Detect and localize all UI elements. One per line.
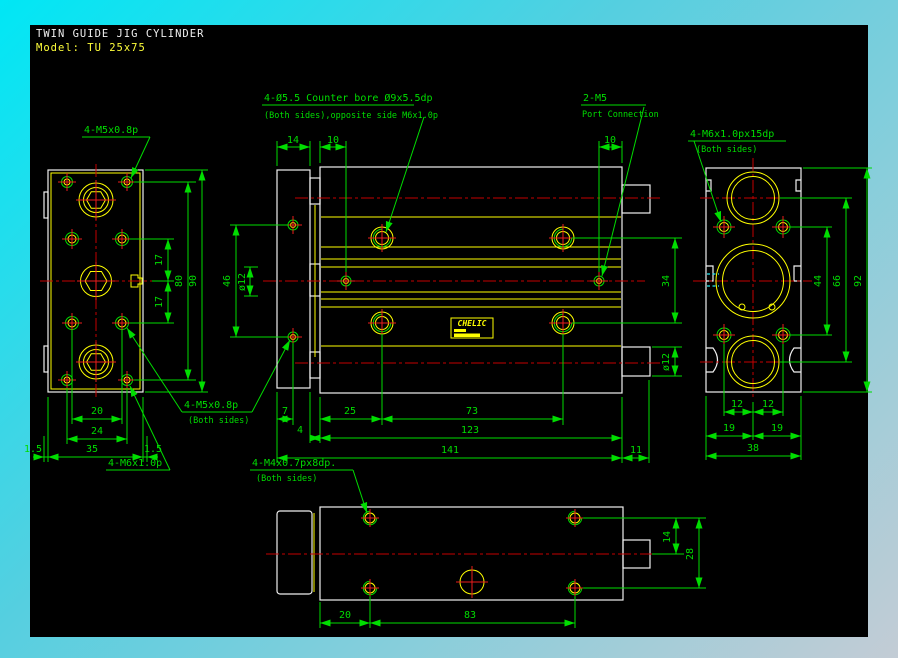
dim-dia12-right: ø12 <box>661 353 672 371</box>
cad-viewer: TWIN GUIDE JIG CYLINDER Model: TU 25x75 <box>0 0 898 658</box>
dim-35: 35 <box>86 444 98 455</box>
callout-m4: 4-M4x0.7px8dp. <box>252 458 336 469</box>
callout-m5-top: 4-M5x0.8p <box>84 125 138 136</box>
dim-dia12-left: ø12 <box>237 273 248 291</box>
dim-123: 123 <box>461 425 479 436</box>
dim-12-left: 12 <box>731 399 743 410</box>
dim-92: 92 <box>853 275 864 287</box>
dim-19-right: 19 <box>771 423 783 434</box>
callout-counterbore-note: (Both sides),opposite side M6x1.0p <box>264 111 438 121</box>
dim-1-5-right: 1.5 <box>144 444 162 455</box>
dim-19-left: 19 <box>723 423 735 434</box>
callout-m5-bottom: 4-M5x0.8p <box>184 400 238 411</box>
dim-1-5-left: 1.5 <box>24 444 42 455</box>
callout-m5-bottom-note: (Both sides) <box>188 416 249 426</box>
callout-m6-left: 4-M6x1.0p <box>108 458 162 469</box>
dim-17-lower: 17 <box>154 296 165 308</box>
dim-46: 46 <box>222 275 233 287</box>
dim-80: 80 <box>174 275 185 287</box>
dim-17-upper: 17 <box>154 254 165 266</box>
drawing-title: TWIN GUIDE JIG CYLINDER <box>36 28 204 40</box>
dim-14b: 14 <box>662 531 673 543</box>
dim-10-left: 10 <box>327 135 339 146</box>
dim-12-right: 12 <box>762 399 774 410</box>
dim-38: 38 <box>747 443 759 454</box>
dim-24: 24 <box>91 426 103 437</box>
brand-logo: CHELIC <box>458 319 487 328</box>
dim-20b: 20 <box>339 610 351 621</box>
dim-28: 28 <box>685 548 696 560</box>
dim-141: 141 <box>441 445 459 456</box>
dim-34: 34 <box>661 275 672 287</box>
callout-m4-note: (Both sides) <box>256 474 317 484</box>
callout-m6-right-note: (Both sides) <box>696 145 757 155</box>
dim-44: 44 <box>813 275 824 287</box>
dim-14: 14 <box>287 135 299 146</box>
dim-10-right: 10 <box>604 135 616 146</box>
drawing-model: Model: TU 25x75 <box>36 42 146 54</box>
dim-25: 25 <box>344 406 356 417</box>
callout-port: 2-M5 <box>583 93 607 104</box>
dim-66: 66 <box>832 275 843 287</box>
callout-m6-right: 4-M6x1.0px15dp <box>690 129 774 140</box>
dim-73: 73 <box>466 406 478 417</box>
dim-20: 20 <box>91 406 103 417</box>
dim-83: 83 <box>464 610 476 621</box>
canvas-background <box>30 25 868 637</box>
callout-counterbore: 4-Ø5.5 Counter bore Ø9x5.5dp <box>264 92 433 104</box>
dim-11: 11 <box>630 445 642 456</box>
dim-4: 4 <box>297 425 303 436</box>
dim-90: 90 <box>188 275 199 287</box>
dim-7: 7 <box>282 406 288 417</box>
callout-port-note: Port Connection <box>582 110 659 120</box>
